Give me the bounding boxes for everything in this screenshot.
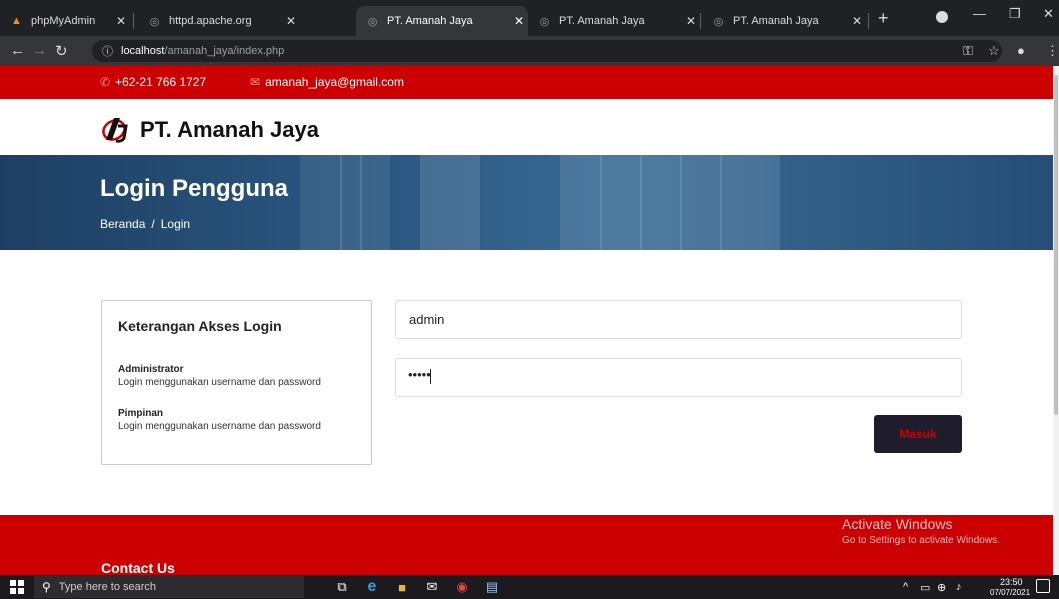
email-address[interactable]: amanah_jaya@gmail.com [265, 75, 404, 89]
network-icon[interactable]: ⊕ [937, 581, 946, 594]
role-name: Administrator [118, 364, 184, 375]
role-description: Login menggunakan username dan password [118, 377, 321, 388]
mail-app-icon[interactable]: ✉ [424, 579, 440, 595]
hero-decoration [420, 155, 480, 250]
tab-amanah-2[interactable]: ◎ PT. Amanah Jaya [528, 6, 700, 36]
breadcrumb-home-link[interactable]: Beranda [100, 217, 145, 231]
phone-contact: ✆ +62-21 766 1727 [100, 75, 206, 89]
info-icon[interactable]: ⓘ [102, 43, 113, 59]
menu-kebab-icon[interactable]: ⋮ [1046, 43, 1059, 59]
notification-center-icon[interactable] [1036, 579, 1050, 593]
page-scrollbar-thumb[interactable] [1054, 75, 1058, 415]
breadcrumb-separator: / [151, 217, 155, 231]
file-explorer-icon[interactable]: ■ [394, 579, 410, 595]
site-header: PT. Amanah Jaya [0, 99, 1059, 155]
minimize-icon[interactable]: — [973, 6, 986, 21]
close-icon[interactable]: ✕ [286, 14, 296, 28]
phone-number: +62-21 766 1727 [115, 75, 207, 89]
password-input[interactable] [395, 358, 962, 397]
new-tab-plus-icon[interactable]: + [878, 8, 889, 29]
chrome-icon[interactable]: ◉ [454, 579, 470, 595]
tab-title: PT. Amanah Jaya [733, 15, 819, 27]
back-arrow-icon[interactable]: ← [10, 42, 25, 59]
role-description: Login menggunakan username dan password [118, 421, 321, 432]
windows-start-icon[interactable] [10, 580, 24, 594]
key-icon[interactable]: ⚿ [963, 43, 973, 59]
battery-icon[interactable]: ▭ [920, 581, 930, 594]
star-icon[interactable]: ☆ [988, 43, 1000, 59]
extension-icon[interactable] [936, 11, 948, 23]
task-view-icon[interactable]: ⧉ [334, 579, 350, 595]
volume-icon[interactable]: ♪ [956, 581, 962, 593]
taskbar-search-box[interactable]: ⚲ Type here to search [34, 576, 304, 598]
address-bar[interactable]: ⓘ localhost /amanah_jaya/index.php [92, 40, 1002, 62]
tab-apache[interactable]: ◎ httpd.apache.org [138, 6, 298, 36]
company-logo-icon[interactable] [100, 112, 132, 144]
close-icon[interactable]: ✕ [514, 14, 524, 28]
info-card-title: Keterangan Akses Login [118, 318, 282, 334]
tab-separator [700, 13, 701, 29]
edge-browser-icon[interactable]: e [364, 578, 380, 595]
hero-decoration [680, 155, 682, 250]
search-icon: ⚲ [42, 580, 51, 594]
globe-icon: ◎ [367, 15, 378, 28]
page-hero-banner: Login Pengguna Beranda / Login [0, 155, 1059, 250]
role-name: Pimpinan [118, 408, 164, 419]
url-host: localhost [121, 45, 165, 57]
activate-windows-title: Activate Windows [842, 516, 953, 532]
globe-icon: ◎ [539, 15, 550, 28]
browser-toolbar: ← → ↻ ⓘ localhost /amanah_jaya/index.php… [0, 36, 1059, 66]
window-close-icon[interactable]: ✕ [1043, 6, 1054, 22]
clock-time[interactable]: 23:50 [1000, 577, 1023, 587]
tab-separator [868, 13, 869, 29]
tab-separator [133, 13, 134, 29]
reload-icon[interactable]: ↻ [55, 42, 68, 60]
page-title: Login Pengguna [100, 175, 288, 202]
browser-tab-strip: ▲ phpMyAdmin ✕ ◎ httpd.apache.org ✕ ◎ PT… [0, 0, 1059, 36]
tab-title: phpMyAdmin [31, 15, 96, 27]
windows-taskbar: ⚲ Type here to search ⧉ e ■ ✉ ◉ ▤ ^ ▭ ⊕ … [0, 575, 1059, 599]
text-caret [430, 369, 431, 384]
clock-date[interactable]: 07/07/2021 [990, 588, 1030, 597]
url-path: /amanah_jaya/index.php [164, 45, 285, 57]
contact-topbar: ✆ +62-21 766 1727 ✉ amanah_jaya@gmail.co… [0, 66, 1059, 99]
hero-decoration [720, 155, 722, 250]
globe-icon: ◎ [149, 15, 160, 28]
hero-decoration [340, 155, 342, 250]
brand-name[interactable]: PT. Amanah Jaya [140, 117, 319, 143]
email-contact[interactable]: ✉ amanah_jaya@gmail.com [250, 75, 404, 89]
tab-title: httpd.apache.org [169, 15, 252, 27]
tab-title: PT. Amanah Jaya [387, 15, 473, 27]
hero-decoration [640, 155, 642, 250]
forward-arrow-icon[interactable]: → [32, 42, 47, 59]
hero-decoration [360, 155, 362, 250]
hero-decoration [560, 155, 780, 250]
breadcrumb-current: Login [160, 217, 191, 231]
tray-chevron-up-icon[interactable]: ^ [903, 581, 908, 593]
tab-amanah-3[interactable]: ◎ PT. Amanah Jaya [702, 6, 874, 36]
breadcrumb: Beranda / Login [100, 217, 190, 231]
close-icon[interactable]: ✕ [686, 14, 696, 28]
search-placeholder: Type here to search [58, 581, 157, 593]
globe-icon: ◎ [713, 15, 724, 28]
hero-decoration [300, 155, 390, 250]
hero-decoration [600, 155, 602, 250]
close-icon[interactable]: ✕ [852, 14, 862, 28]
mail-icon: ✉ [250, 75, 261, 89]
close-icon[interactable]: ✕ [116, 14, 126, 28]
login-submit-button[interactable]: Masuk [874, 415, 962, 453]
activate-windows-subtitle: Go to Settings to activate Windows. [842, 535, 1000, 546]
app-window-icon[interactable]: ▤ [484, 579, 500, 595]
password-mask: ••••• [408, 367, 431, 382]
login-info-card: Keterangan Akses Login Administrator Log… [101, 300, 372, 465]
username-input[interactable] [395, 300, 962, 339]
footer-title: Contact Us [101, 560, 175, 576]
tab-title: PT. Amanah Jaya [559, 15, 645, 27]
phone-icon: ✆ [100, 75, 111, 89]
restore-icon[interactable]: ❐ [1009, 6, 1021, 22]
phpmyadmin-icon: ▲ [11, 15, 22, 27]
tab-amanah-active[interactable]: ◎ PT. Amanah Jaya [356, 6, 528, 36]
profile-icon[interactable]: ● [1017, 43, 1025, 58]
